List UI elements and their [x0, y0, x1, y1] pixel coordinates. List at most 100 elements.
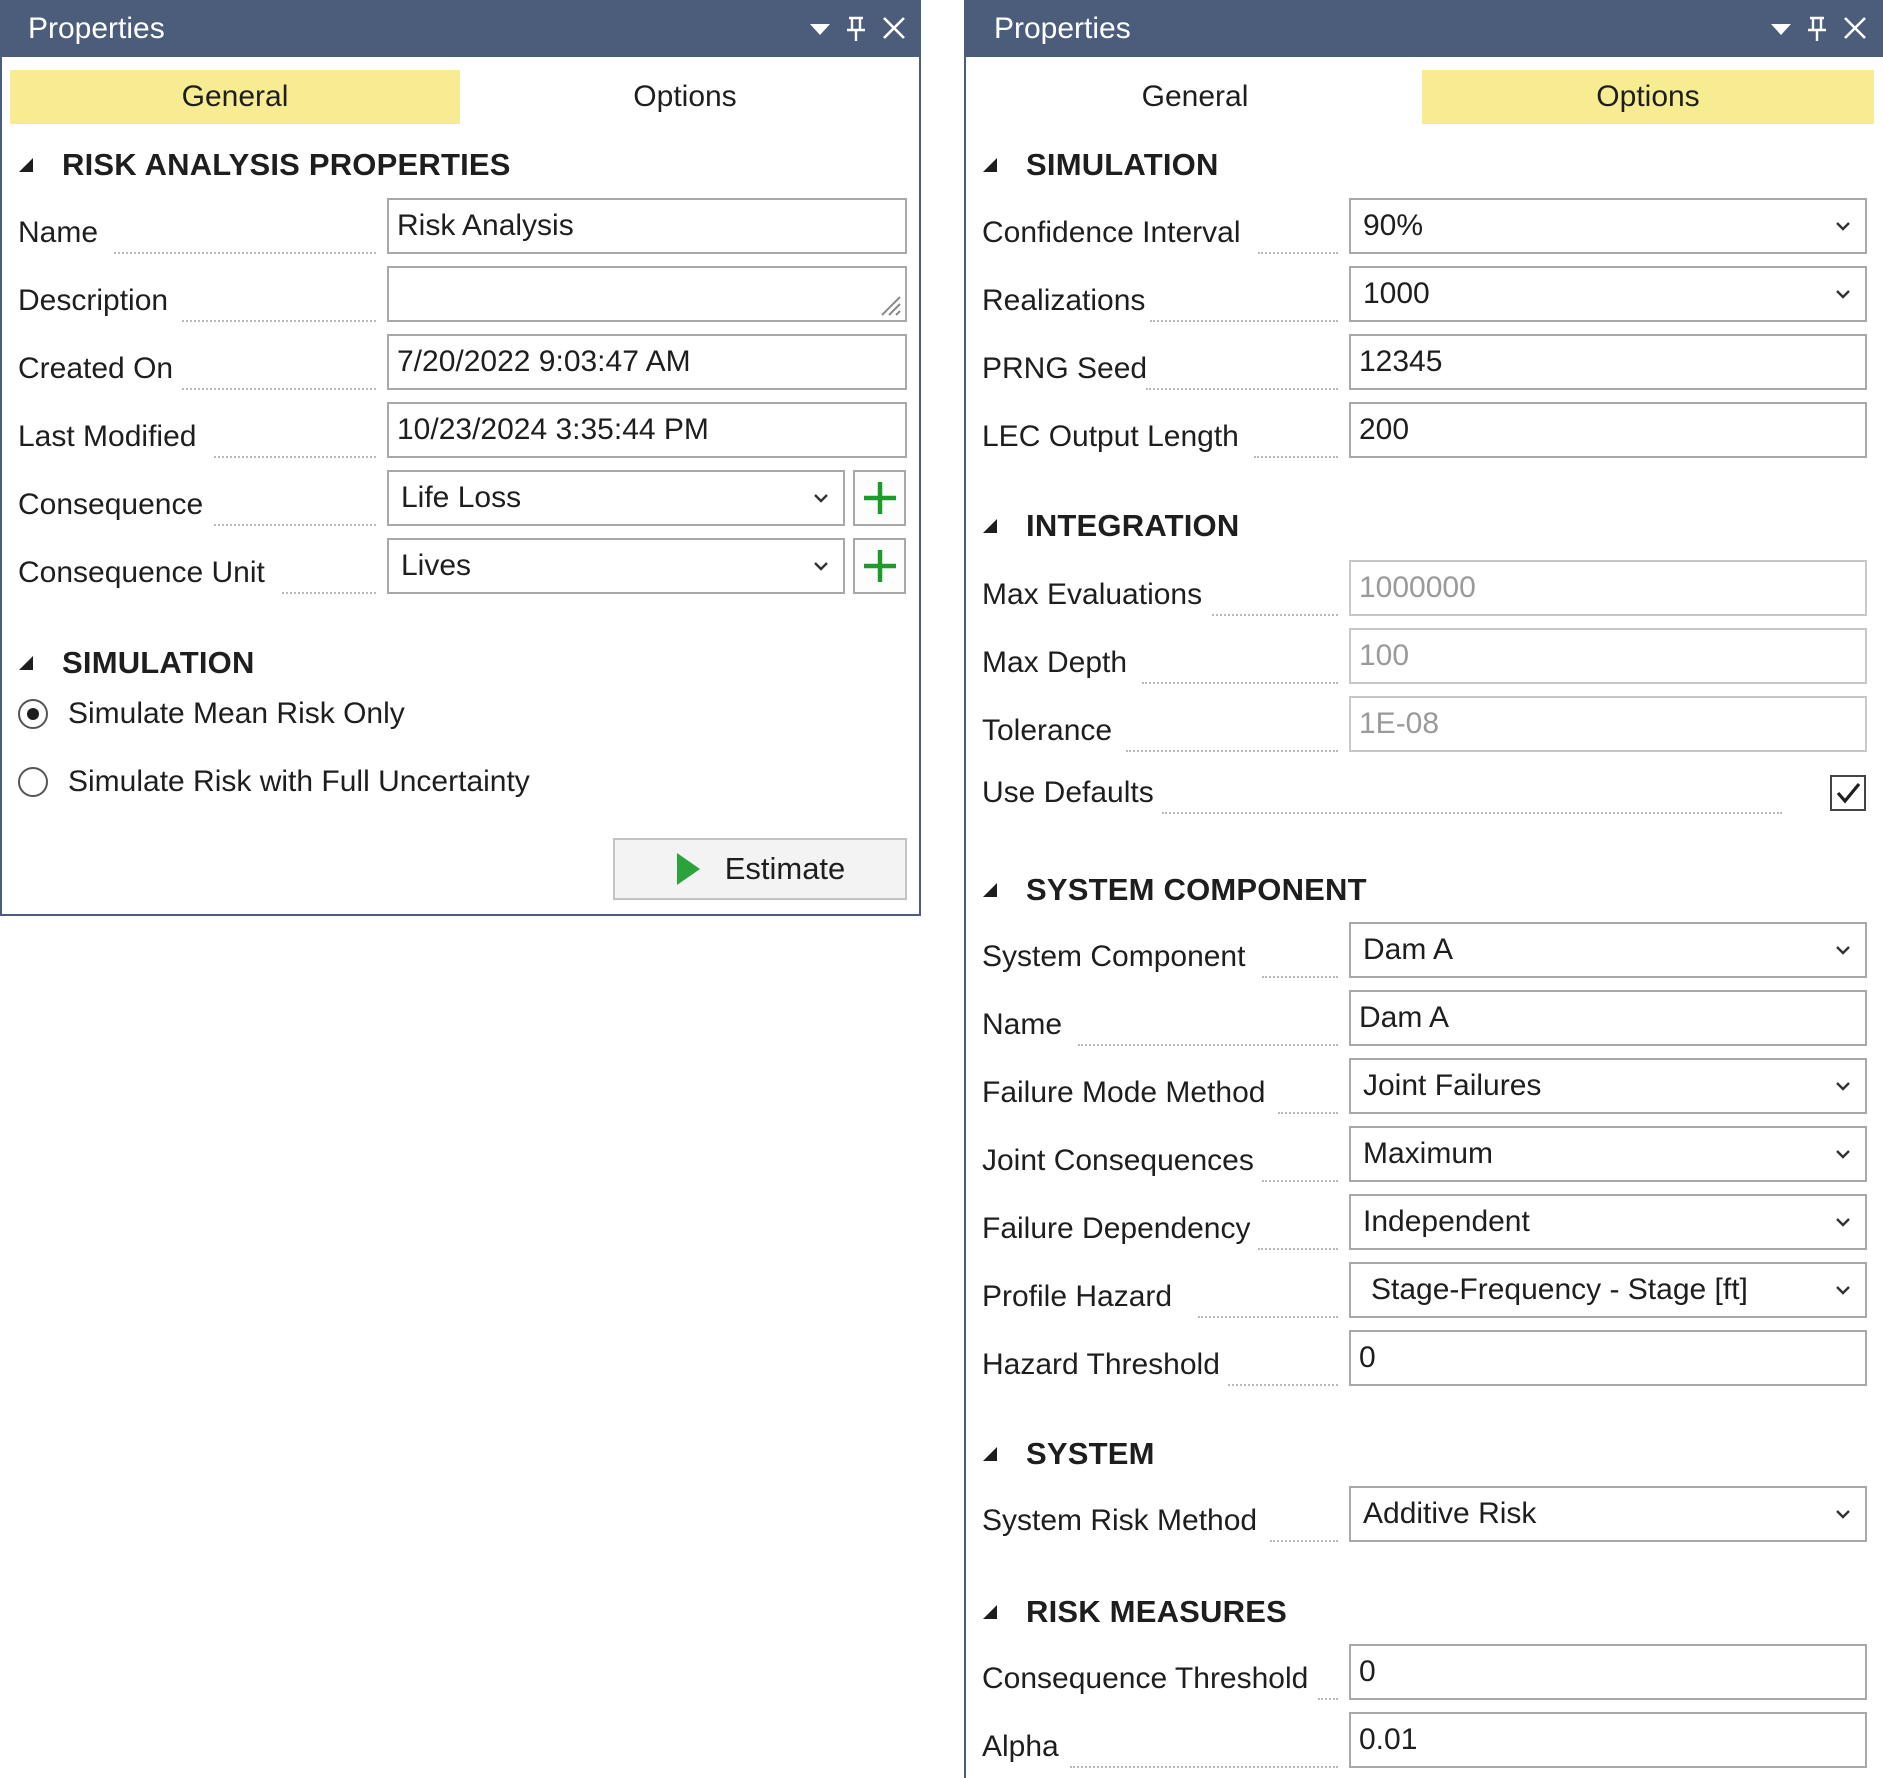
- failure-dependency-select[interactable]: Independent: [1349, 1194, 1867, 1250]
- section-title: INTEGRATION: [1026, 508, 1239, 544]
- close-icon[interactable]: [876, 8, 912, 48]
- chevron-down-icon[interactable]: [811, 488, 831, 508]
- pin-icon[interactable]: [1799, 8, 1835, 48]
- system-component-select[interactable]: Dam A: [1349, 922, 1867, 978]
- row-label-system-risk-method: System Risk Method: [982, 1504, 1257, 1538]
- system-risk-method-select[interactable]: Additive Risk: [1349, 1486, 1867, 1542]
- chevron-down-icon[interactable]: [1833, 1280, 1853, 1300]
- alpha-field[interactable]: 0.01: [1349, 1712, 1867, 1768]
- radio-label: Simulate Risk with Full Uncertainty: [68, 765, 530, 799]
- row-leader-dots: [1228, 1384, 1338, 1386]
- section-integration[interactable]: INTEGRATION: [980, 506, 1239, 546]
- check-icon: [1833, 778, 1863, 808]
- panel-title: Properties: [994, 12, 1131, 46]
- section-system[interactable]: SYSTEM: [980, 1434, 1155, 1474]
- chevron-down-icon[interactable]: [1833, 1504, 1853, 1524]
- chevron-down-icon[interactable]: [1833, 1076, 1853, 1096]
- component-name-field[interactable]: Dam A: [1349, 990, 1867, 1046]
- row-leader-dots: [1262, 1180, 1338, 1182]
- simulate-mean-risk-radio[interactable]: Simulate Mean Risk Only: [18, 692, 405, 736]
- add-consequence-unit-button[interactable]: [853, 538, 906, 594]
- realizations-select[interactable]: 1000: [1349, 266, 1867, 322]
- chevron-down-icon[interactable]: [1763, 8, 1799, 48]
- chevron-down-icon[interactable]: [811, 556, 831, 576]
- chevron-down-icon[interactable]: [1833, 1144, 1853, 1164]
- close-icon[interactable]: [1837, 8, 1873, 48]
- simulate-full-uncertainty-radio[interactable]: Simulate Risk with Full Uncertainty: [18, 760, 530, 804]
- row-leader-dots: [1142, 682, 1338, 684]
- row-leader-dots: [1146, 388, 1338, 390]
- failure-mode-method-select[interactable]: Joint Failures: [1349, 1058, 1867, 1114]
- prng-seed-field[interactable]: 12345: [1349, 334, 1867, 390]
- row-label-hazard-threshold: Hazard Threshold: [982, 1348, 1220, 1382]
- created-on-field[interactable]: 7/20/2022 9:03:47 AM: [387, 334, 907, 390]
- consequence-unit-select[interactable]: Lives: [387, 538, 845, 594]
- lec-output-length-field[interactable]: 200: [1349, 402, 1867, 458]
- section-simulation[interactable]: SIMULATION: [980, 145, 1219, 185]
- row-leader-dots: [1258, 252, 1338, 254]
- plus-icon: [860, 478, 900, 518]
- joint-consequences-select[interactable]: Maximum: [1349, 1126, 1867, 1182]
- failure-mode-method-value: Joint Failures: [1363, 1069, 1541, 1103]
- name-field[interactable]: Risk Analysis: [387, 198, 907, 254]
- tolerance-field: 1E-08: [1349, 696, 1867, 752]
- section-system-component[interactable]: SYSTEM COMPONENT: [980, 870, 1367, 910]
- last-modified-field[interactable]: 10/23/2024 3:35:44 PM: [387, 402, 907, 458]
- panel-titlebar: Properties: [966, 0, 1883, 57]
- confidence-interval-select[interactable]: 90%: [1349, 198, 1867, 254]
- hazard-threshold-field[interactable]: 0: [1349, 1330, 1867, 1386]
- profile-hazard-select[interactable]: Stage-Frequency - Stage [ft]: [1349, 1262, 1867, 1318]
- triangle-collapse-icon: [980, 1444, 1000, 1464]
- description-textarea[interactable]: [387, 266, 907, 322]
- chevron-down-icon[interactable]: [802, 8, 838, 48]
- tab-general[interactable]: General: [10, 70, 460, 124]
- section-risk-analysis-properties[interactable]: RISK ANALYSIS PROPERTIES: [16, 145, 511, 185]
- row-leader-dots: [1278, 1112, 1338, 1114]
- row-leader-dots: [214, 456, 376, 458]
- chevron-down-icon[interactable]: [1833, 216, 1853, 236]
- tab-options[interactable]: Options: [460, 70, 910, 124]
- row-leader-dots: [1258, 1248, 1338, 1250]
- add-consequence-button[interactable]: [853, 470, 906, 526]
- triangle-collapse-icon: [980, 516, 1000, 536]
- section-title: SYSTEM: [1026, 1436, 1155, 1472]
- plus-icon: [860, 546, 900, 586]
- estimate-button[interactable]: Estimate: [613, 838, 907, 900]
- chevron-down-icon[interactable]: [1833, 940, 1853, 960]
- tab-options[interactable]: Options: [1422, 70, 1874, 124]
- confidence-interval-value: 90%: [1363, 209, 1423, 243]
- resize-grip-icon[interactable]: [876, 291, 902, 317]
- radio-selected-icon[interactable]: [18, 699, 48, 729]
- system-risk-method-value: Additive Risk: [1363, 1497, 1536, 1531]
- row-label-max-evaluations: Max Evaluations: [982, 578, 1202, 612]
- triangle-collapse-icon: [16, 155, 36, 175]
- tab-general[interactable]: General: [968, 70, 1422, 124]
- section-title: SYSTEM COMPONENT: [1026, 872, 1367, 908]
- consequence-select[interactable]: Life Loss: [387, 470, 845, 526]
- triangle-collapse-icon: [980, 155, 1000, 175]
- radio-unselected-icon[interactable]: [18, 767, 48, 797]
- row-leader-dots: [1262, 976, 1338, 978]
- row-leader-dots: [182, 320, 376, 322]
- panel-title: Properties: [28, 12, 165, 46]
- row-leader-dots: [1150, 320, 1338, 322]
- section-title: RISK MEASURES: [1026, 1594, 1287, 1630]
- row-label-realizations: Realizations: [982, 284, 1145, 318]
- row-leader-dots: [1212, 614, 1338, 616]
- row-label-profile-hazard: Profile Hazard: [982, 1280, 1172, 1314]
- row-label-max-depth: Max Depth: [982, 646, 1127, 680]
- chevron-down-icon[interactable]: [1833, 284, 1853, 304]
- row-label-last-modified: Last Modified: [18, 420, 196, 454]
- system-component-value: Dam A: [1363, 933, 1453, 967]
- section-simulation[interactable]: SIMULATION: [16, 643, 255, 683]
- use-defaults-checkbox[interactable]: [1830, 775, 1866, 811]
- row-label-failure-dependency: Failure Dependency: [982, 1212, 1251, 1246]
- chevron-down-icon[interactable]: [1833, 1212, 1853, 1232]
- play-icon: [675, 852, 701, 886]
- estimate-label: Estimate: [725, 851, 846, 887]
- pin-icon[interactable]: [838, 8, 874, 48]
- section-title: SIMULATION: [1026, 147, 1219, 183]
- consequence-threshold-field[interactable]: 0: [1349, 1644, 1867, 1700]
- section-title: RISK ANALYSIS PROPERTIES: [62, 147, 511, 183]
- section-risk-measures[interactable]: RISK MEASURES: [980, 1592, 1287, 1632]
